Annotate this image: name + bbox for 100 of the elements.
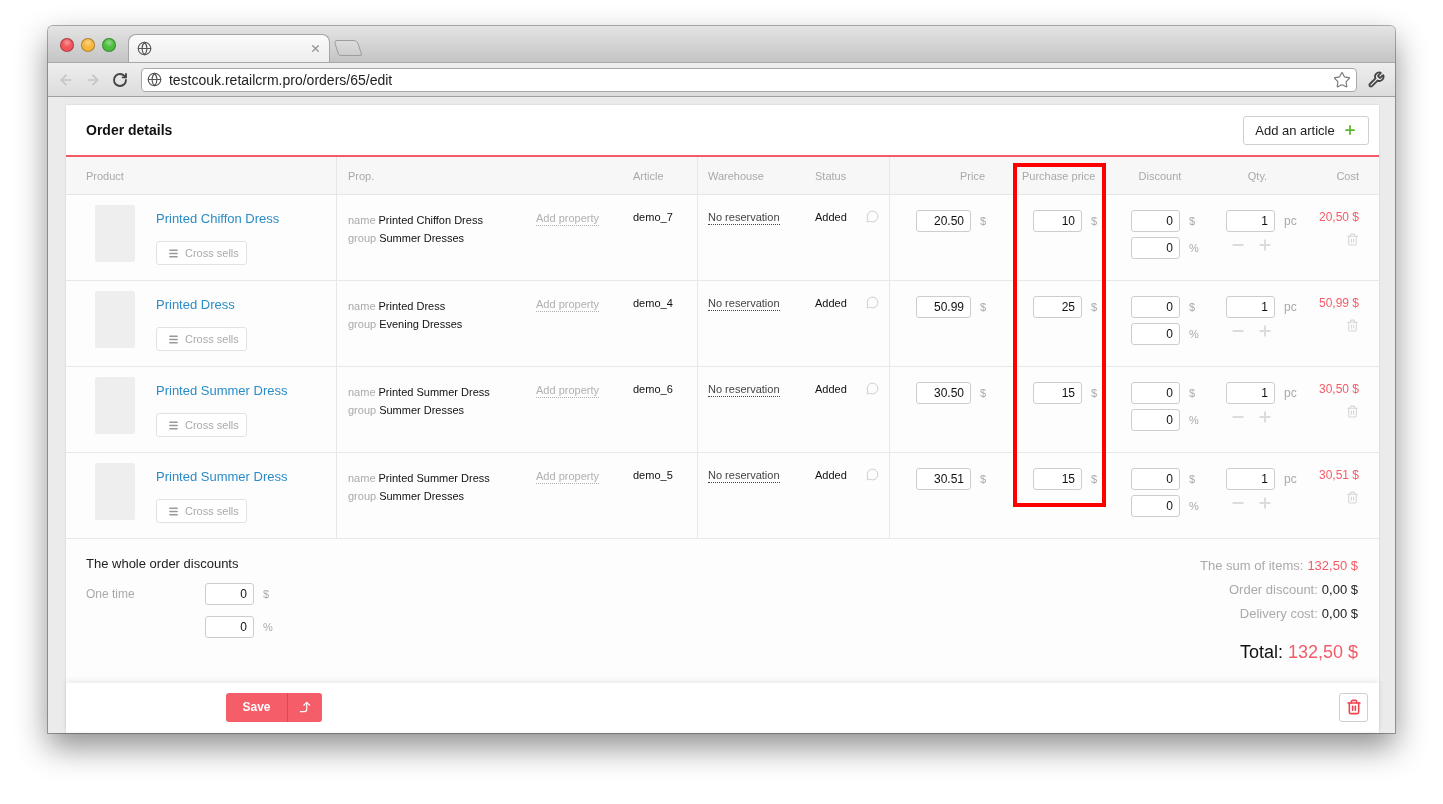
- cost-value: 50,99 $: [1318, 296, 1359, 310]
- purchase-price-input[interactable]: 10: [1033, 210, 1082, 232]
- delete-button[interactable]: [1339, 692, 1368, 722]
- column-header: Qty.: [1247, 169, 1268, 182]
- discount-percent-input[interactable]: 0: [1131, 409, 1180, 431]
- currency-label: $: [263, 588, 271, 600]
- price-input[interactable]: 30.51: [916, 468, 971, 490]
- section-title: The whole order discounts: [86, 557, 240, 571]
- currency-label: $: [1189, 387, 1196, 399]
- globe-icon: [137, 41, 152, 56]
- total-value: 132,50 $: [1307, 558, 1358, 573]
- price-input[interactable]: 50.99: [916, 296, 971, 318]
- currency-label: $: [1189, 473, 1196, 485]
- status-text: Added: [815, 210, 847, 224]
- currency-label: $: [1091, 215, 1098, 227]
- trash-icon[interactable]: [1346, 491, 1359, 504]
- address-bar[interactable]: testcouk.retailcrm.pro/orders/65/edit: [140, 67, 1357, 92]
- currency-label: $: [1091, 387, 1098, 399]
- article-code: demo_7: [633, 210, 673, 224]
- purchase-price-input[interactable]: 25: [1033, 296, 1082, 318]
- curved-arrow-icon: [298, 700, 312, 714]
- quantity-input[interactable]: 1: [1226, 210, 1275, 232]
- close-icon[interactable]: [310, 43, 321, 54]
- trash-icon[interactable]: [1346, 233, 1359, 246]
- discount-amount-input[interactable]: 0: [205, 583, 254, 605]
- plus-icon[interactable]: [1257, 495, 1273, 511]
- percent-label: %: [1189, 242, 1199, 254]
- browser-tab[interactable]: [128, 34, 330, 62]
- percent-label: %: [263, 621, 273, 633]
- url-text: testcouk.retailcrm.pro/orders/65/edit: [168, 71, 394, 88]
- property-value: Summer Dresses: [379, 232, 465, 244]
- property-value: Printed Summer Dress: [378, 386, 490, 398]
- currency-label: $: [1189, 301, 1196, 313]
- quantity-input[interactable]: 1: [1226, 468, 1275, 490]
- grand-total-value: 132,50 $: [1287, 642, 1358, 662]
- discount-percent-input[interactable]: 0: [1131, 495, 1180, 517]
- window-close-button[interactable]: [60, 38, 74, 52]
- percent-label: %: [1189, 328, 1199, 340]
- discount-percent-input[interactable]: 0: [1131, 323, 1180, 345]
- list-icon: [168, 419, 179, 431]
- reservation-link[interactable]: No reservation: [708, 469, 780, 483]
- column-header: Prop.: [348, 169, 375, 182]
- column-header: Warehouse: [708, 169, 764, 182]
- quantity-input[interactable]: 1: [1226, 382, 1275, 404]
- arrow-button[interactable]: [287, 692, 322, 722]
- wrench-icon[interactable]: [1368, 71, 1385, 88]
- plus-icon[interactable]: [1257, 409, 1273, 425]
- property-label: group: [348, 490, 377, 502]
- discount-percent-input[interactable]: 0: [205, 616, 254, 638]
- reservation-link[interactable]: No reservation: [708, 211, 780, 225]
- discount-amount-input[interactable]: 0: [1131, 210, 1180, 232]
- comment-icon[interactable]: [866, 382, 879, 395]
- property-label: group: [348, 232, 377, 244]
- property-label: name: [348, 214, 376, 226]
- new-tab-button[interactable]: [333, 40, 363, 56]
- column-header: Price: [959, 169, 985, 182]
- product-link[interactable]: Printed Dress: [156, 297, 235, 313]
- reservation-link[interactable]: No reservation: [708, 383, 780, 397]
- quantity-input[interactable]: 1: [1226, 296, 1275, 318]
- window-minimize-button[interactable]: [81, 38, 95, 52]
- purchase-price-input[interactable]: 15: [1033, 468, 1082, 490]
- globe-icon: [146, 72, 162, 87]
- comment-icon[interactable]: [866, 210, 879, 223]
- add-article-button[interactable]: Add an article: [1243, 115, 1369, 145]
- property-label: group: [348, 404, 377, 416]
- column-header: Discount: [1138, 169, 1182, 182]
- product-link[interactable]: Printed Chiffon Dress: [156, 211, 280, 227]
- currency-label: $: [1091, 301, 1098, 313]
- window-zoom-button[interactable]: [102, 38, 116, 52]
- percent-label: %: [1189, 500, 1199, 512]
- column-header: Product: [86, 169, 124, 182]
- currency-label: $: [980, 215, 987, 227]
- product-link[interactable]: Printed Summer Dress: [156, 469, 288, 485]
- comment-icon[interactable]: [866, 296, 879, 309]
- discount-percent-input[interactable]: 0: [1131, 237, 1180, 259]
- trash-icon[interactable]: [1346, 319, 1359, 332]
- unit-label: pc: [1284, 386, 1297, 400]
- purchase-price-input[interactable]: 15: [1033, 382, 1082, 404]
- column-header: Purchase price: [1022, 169, 1096, 182]
- reload-icon[interactable]: [111, 71, 128, 88]
- plus-icon[interactable]: [1257, 237, 1273, 253]
- price-input[interactable]: 30.50: [916, 382, 971, 404]
- percent-label: %: [1189, 414, 1199, 426]
- cost-value: 20,50 $: [1318, 210, 1359, 224]
- discount-amount-input[interactable]: 0: [1131, 382, 1180, 404]
- property-label: name: [348, 386, 376, 398]
- total-value: 0,00 $: [1321, 606, 1358, 621]
- star-icon[interactable]: [1333, 70, 1351, 89]
- status-text: Added: [815, 468, 847, 482]
- discount-amount-input[interactable]: 0: [1131, 468, 1180, 490]
- currency-label: $: [980, 473, 987, 485]
- discount-amount-input[interactable]: 0: [1131, 296, 1180, 318]
- price-input[interactable]: 20.50: [916, 210, 971, 232]
- section-title: Order details: [86, 122, 173, 138]
- plus-icon[interactable]: [1257, 323, 1273, 339]
- trash-icon[interactable]: [1346, 405, 1359, 418]
- reservation-link[interactable]: No reservation: [708, 297, 780, 311]
- product-link[interactable]: Printed Summer Dress: [156, 383, 288, 399]
- comment-icon[interactable]: [866, 468, 879, 481]
- column-header: Article: [633, 169, 664, 182]
